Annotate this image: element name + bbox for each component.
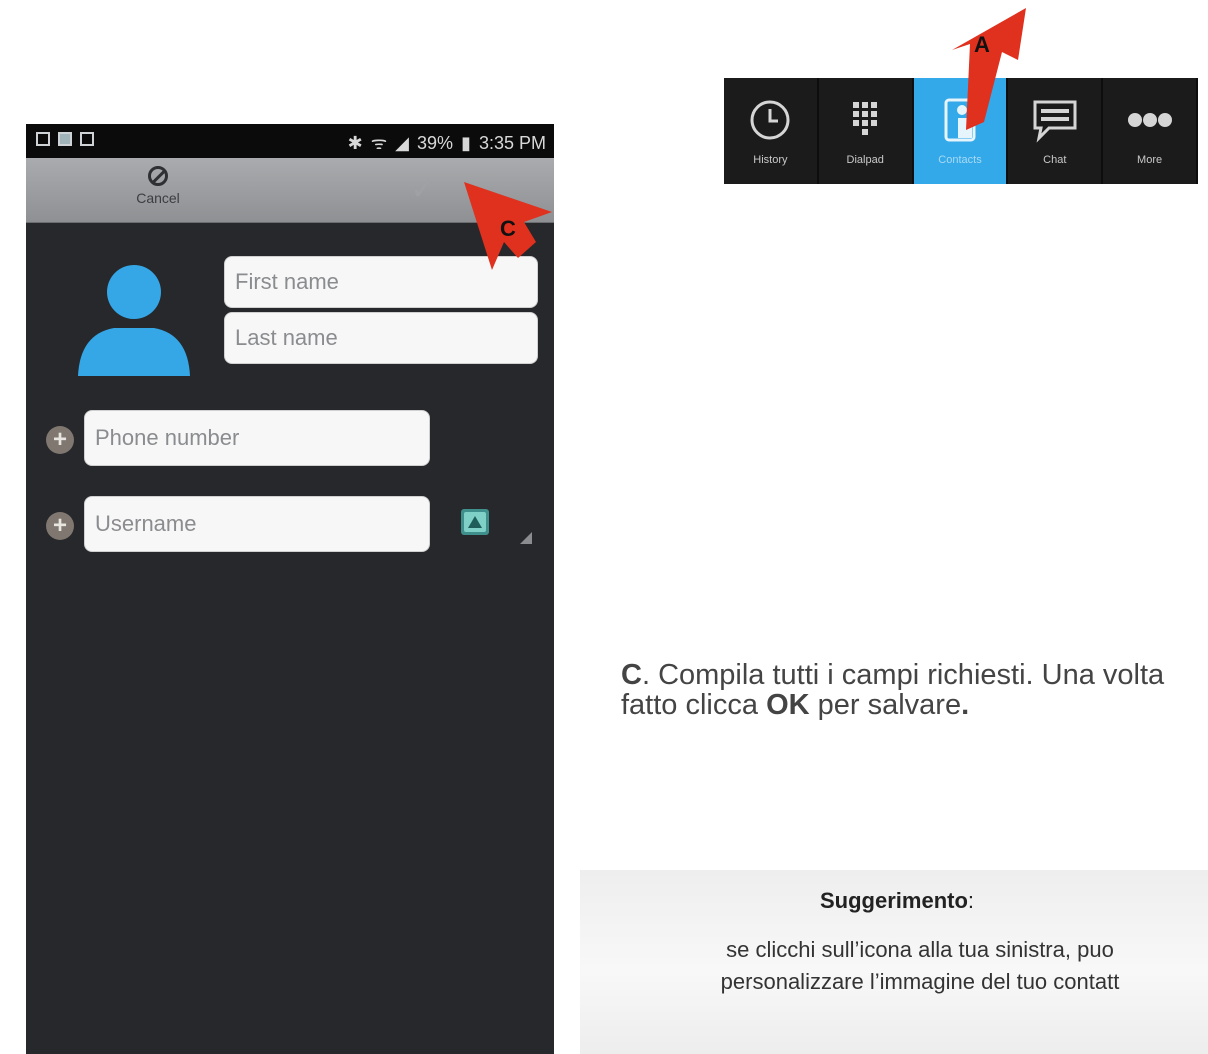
nav-label-chat: Chat bbox=[1043, 154, 1067, 166]
tip-title: Suggerimento: bbox=[820, 888, 974, 914]
status-time: 3:35 PM bbox=[478, 132, 546, 153]
history-icon bbox=[750, 100, 790, 140]
callout-label-c: C bbox=[500, 216, 516, 241]
contact-avatar-icon[interactable] bbox=[74, 256, 194, 376]
nav-label-history: History bbox=[753, 154, 788, 166]
instruction-ok: OK bbox=[766, 689, 810, 721]
file-notification-icon bbox=[80, 132, 94, 146]
status-bar: ✱ ᯤ ◢ 39% ▮ 3:35 PM bbox=[26, 124, 554, 158]
nav-label-contacts: Contacts bbox=[938, 154, 982, 166]
tip-line-2: personalizzare l’immagine del tuo contat… bbox=[720, 969, 1120, 994]
nav-item-dialpad[interactable]: Dialpad bbox=[819, 78, 914, 184]
cancel-button[interactable]: Cancel bbox=[118, 166, 198, 206]
instruction-end: . bbox=[961, 689, 970, 721]
phone-number-field[interactable] bbox=[84, 410, 430, 466]
account-type-icon[interactable] bbox=[460, 508, 490, 536]
checkmark-icon: ✓ bbox=[410, 173, 436, 206]
callout-label-a: A bbox=[974, 32, 990, 57]
cancel-icon bbox=[148, 166, 168, 186]
phone-number-input[interactable] bbox=[95, 411, 429, 465]
tip-title-colon: : bbox=[967, 888, 975, 913]
wifi-icon: ᯤ bbox=[370, 133, 388, 153]
callout-arrow-a bbox=[952, 8, 1026, 130]
tip-title-bold: Suggerimento bbox=[820, 888, 968, 913]
nav-item-history[interactable]: History bbox=[724, 78, 819, 184]
dropdown-corner-icon bbox=[520, 532, 532, 544]
tip-box: Suggerimento: se clicchi sull’icona alla… bbox=[580, 870, 1208, 1054]
more-icon bbox=[1127, 113, 1172, 127]
instruction-letter: C bbox=[621, 659, 642, 691]
signal-icon: ◢ bbox=[395, 132, 410, 153]
bluetooth-icon: ✱ bbox=[347, 132, 363, 153]
last-name-field[interactable] bbox=[224, 312, 538, 364]
cancel-label: Cancel bbox=[136, 190, 180, 206]
nav-label-dialpad: Dialpad bbox=[846, 154, 884, 166]
instruction-part-2: per salvare bbox=[809, 689, 962, 721]
instruction-text: C. Compila tutti i campi richiesti. Una … bbox=[621, 660, 1181, 720]
gallery-notification-icon bbox=[58, 132, 72, 146]
battery-icon: ▮ bbox=[461, 132, 471, 153]
tip-line-1: se clicchi sull’icona alla tua sinistra,… bbox=[726, 937, 1114, 962]
nav-item-more[interactable]: More bbox=[1103, 78, 1198, 184]
save-ok-button[interactable]: ✓ bbox=[406, 170, 440, 210]
last-name-input[interactable] bbox=[235, 313, 537, 363]
add-username-icon[interactable]: + bbox=[46, 512, 74, 540]
add-phone-icon[interactable]: + bbox=[46, 426, 74, 454]
dialpad-icon bbox=[853, 102, 878, 135]
nav-label-more: More bbox=[1137, 154, 1163, 166]
username-input[interactable] bbox=[95, 497, 429, 551]
username-field[interactable] bbox=[84, 496, 430, 552]
notification-icon bbox=[36, 132, 50, 146]
battery-percent: 39% bbox=[417, 132, 454, 153]
tip-body: se clicchi sull’icona alla tua sinistra,… bbox=[600, 934, 1208, 998]
